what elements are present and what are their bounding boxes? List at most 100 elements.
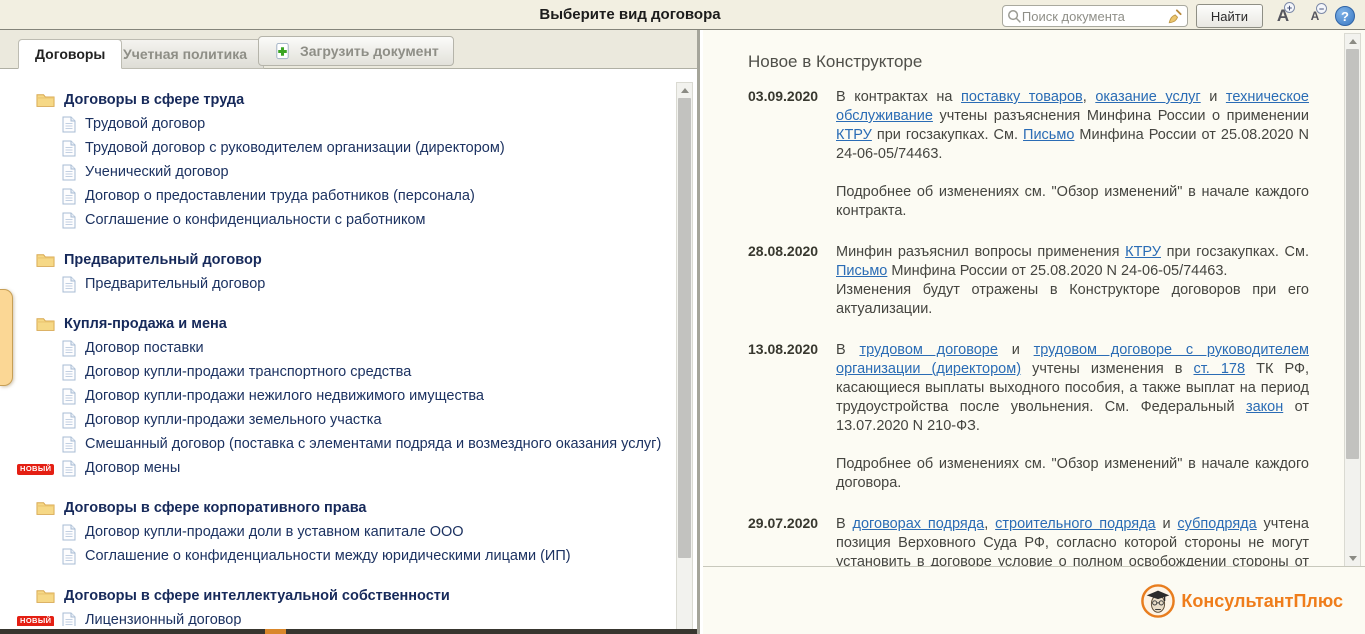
news-panel: Новое в Конструкторе 03.09.2020В контрак… — [703, 30, 1365, 634]
tree-item[interactable]: Трудовой договор с руководителем организ… — [36, 136, 676, 160]
tree-item-label: Договор купли-продажи нежилого недвижимо… — [85, 388, 484, 404]
tree-item[interactable]: Соглашение о конфиденциальности с работн… — [36, 208, 676, 232]
news-date: 28.08.2020 — [748, 243, 818, 259]
tree-item[interactable]: Договор о предоставлении труда работнико… — [36, 184, 676, 208]
tree-item[interactable]: Трудовой договор — [36, 112, 676, 136]
news-link[interactable]: договорах подряда — [853, 516, 985, 532]
tree-item-label: Трудовой договор — [85, 116, 205, 132]
left-scrollbar[interactable] — [676, 82, 693, 634]
news-link[interactable]: строительного подряда — [995, 516, 1155, 532]
news-text: при госзакупках. См. — [1161, 244, 1309, 260]
news-text: учтены разъяснения Минфина России о прим… — [933, 108, 1309, 124]
news-link[interactable]: Письмо — [1023, 127, 1074, 143]
scholar-logo-icon — [1141, 584, 1175, 618]
tree-item-label: Лицензионный договор — [85, 612, 241, 626]
news-text: учтены изменения в — [1021, 361, 1193, 377]
tree-item[interactable]: Ученический договор — [36, 160, 676, 184]
news-text: Подробнее об изменениях см. "Обзор измен… — [836, 456, 1309, 491]
document-icon — [62, 164, 76, 181]
tab-contracts[interactable]: Договоры — [18, 39, 122, 69]
tree-item[interactable]: Договор купли-продажи доли в уставном ка… — [36, 520, 676, 544]
news-text: Подробнее об изменениях см. "Обзор измен… — [836, 184, 1309, 219]
document-icon — [62, 460, 76, 477]
news-text: и — [1201, 89, 1226, 105]
news-text: и — [1156, 516, 1178, 532]
news-link[interactable]: закон — [1246, 399, 1283, 415]
contract-tree: Договоры в сфере труда Трудовой договор Тр… — [0, 70, 676, 626]
side-panel-handle[interactable] — [0, 289, 13, 386]
new-badge: НОВЫЙ — [17, 464, 54, 475]
tree-category[interactable]: Договоры в сфере корпоративного права — [36, 496, 676, 520]
news-text: , — [1083, 89, 1096, 105]
tree-category[interactable]: Договоры в сфере интеллектуальной собств… — [36, 584, 676, 608]
scroll-up-button[interactable] — [1345, 35, 1360, 48]
add-document-icon — [273, 42, 292, 61]
help-icon[interactable]: ? — [1335, 6, 1355, 26]
news-link[interactable]: трудовом договоре — [859, 342, 997, 358]
new-badge: НОВЫЙ — [17, 616, 54, 626]
tree-item[interactable]: НОВЫЙДоговор мены — [36, 456, 676, 480]
news-link[interactable]: КТРУ — [1125, 244, 1161, 260]
tab-accounting-policy[interactable]: Учетная политика — [106, 39, 264, 69]
tree-category[interactable]: Купля-продажа и мена — [36, 312, 676, 336]
news-scrollbar[interactable] — [1344, 33, 1361, 567]
news-item: 28.08.2020 Минфин разъяснил вопросы приме… — [748, 243, 1309, 319]
find-button[interactable]: Найти — [1196, 4, 1263, 28]
news-link[interactable]: Письмо — [836, 263, 887, 279]
document-icon — [62, 212, 76, 229]
tree-item-label: Смешанный договор (поставка с элементами… — [85, 436, 661, 452]
tree-item-label: Договор купли-продажи доли в уставном ка… — [85, 524, 464, 540]
news-link[interactable]: ст. 178 — [1194, 361, 1246, 377]
news-text: В — [836, 342, 859, 358]
document-icon — [62, 548, 76, 565]
scroll-down-button[interactable] — [1345, 552, 1360, 565]
consultantplus-logo[interactable]: КонсультантПлюс — [1141, 584, 1343, 618]
tab-upload-document[interactable]: Загрузить документ — [258, 36, 454, 66]
tree-item[interactable]: НОВЫЙЛицензионный договор — [36, 608, 676, 626]
tree-item[interactable]: Смешанный договор (поставка с элементами… — [36, 432, 676, 456]
news-text: и — [998, 342, 1034, 358]
news-body: Минфин разъяснил вопросы применения КТРУ… — [836, 243, 1309, 319]
folder-icon — [36, 316, 55, 332]
news-link[interactable]: субподряда — [1177, 516, 1256, 532]
scroll-thumb[interactable] — [1346, 49, 1359, 459]
category-label: Договоры в сфере труда — [64, 92, 244, 108]
clear-broom-icon[interactable] — [1166, 8, 1183, 25]
news-scroll-area: Новое в Конструкторе 03.09.2020В контрак… — [703, 30, 1365, 567]
tree-item[interactable]: Договор поставки — [36, 336, 676, 360]
tree-item-label: Ученический договор — [85, 164, 229, 180]
tree-category[interactable]: Договоры в сфере труда — [36, 88, 676, 112]
news-text: В контрактах на — [836, 89, 961, 105]
tree-item[interactable]: Предварительный договор — [36, 272, 676, 296]
tree-item[interactable]: Договор купли-продажи нежилого недвижимо… — [36, 384, 676, 408]
news-date: 29.07.2020 — [748, 515, 818, 531]
news-link[interactable]: оказание услуг — [1095, 89, 1200, 105]
category-label: Договоры в сфере интеллектуальной собств… — [64, 588, 450, 604]
tree-item-label: Трудовой договор с руководителем организ… — [85, 140, 505, 156]
news-header: Новое в Конструкторе — [748, 52, 1309, 72]
tree-category[interactable]: Предварительный договор — [36, 248, 676, 272]
tree-item[interactable]: Договор купли-продажи транспортного сред… — [36, 360, 676, 384]
scroll-up-button[interactable] — [677, 84, 692, 97]
category-label: Купля-продажа и мена — [64, 316, 227, 332]
tree-item-label: Договор купли-продажи транспортного сред… — [85, 364, 411, 380]
news-item: 13.08.2020В трудовом договоре и трудовом… — [748, 341, 1309, 493]
news-link[interactable]: КТРУ — [836, 127, 872, 143]
font-decrease-icon[interactable]: А− — [1303, 7, 1327, 25]
tree-item[interactable]: Соглашение о конфиденциальности между юр… — [36, 544, 676, 568]
news-body: В трудовом договоре и трудовом договоре … — [836, 341, 1309, 493]
search-box[interactable] — [1002, 5, 1188, 27]
document-icon — [62, 276, 76, 293]
category-label: Договоры в сфере корпоративного права — [64, 500, 367, 516]
news-list: 03.09.2020В контрактах на поставку товар… — [748, 88, 1309, 567]
brand-name: КонсультантПлюс — [1181, 591, 1343, 612]
tree-item[interactable]: Договор купли-продажи земельного участка — [36, 408, 676, 432]
contracts-panel: Договоры Учетная политика Загрузить доку… — [0, 30, 700, 634]
document-icon — [62, 524, 76, 541]
news-link[interactable]: поставку товаров — [961, 89, 1083, 105]
search-input[interactable] — [1022, 9, 1166, 24]
folder-icon — [36, 588, 55, 604]
scroll-thumb[interactable] — [678, 98, 691, 558]
tree-item-label: Договор поставки — [85, 340, 204, 356]
font-increase-icon[interactable]: А+ — [1271, 6, 1295, 26]
